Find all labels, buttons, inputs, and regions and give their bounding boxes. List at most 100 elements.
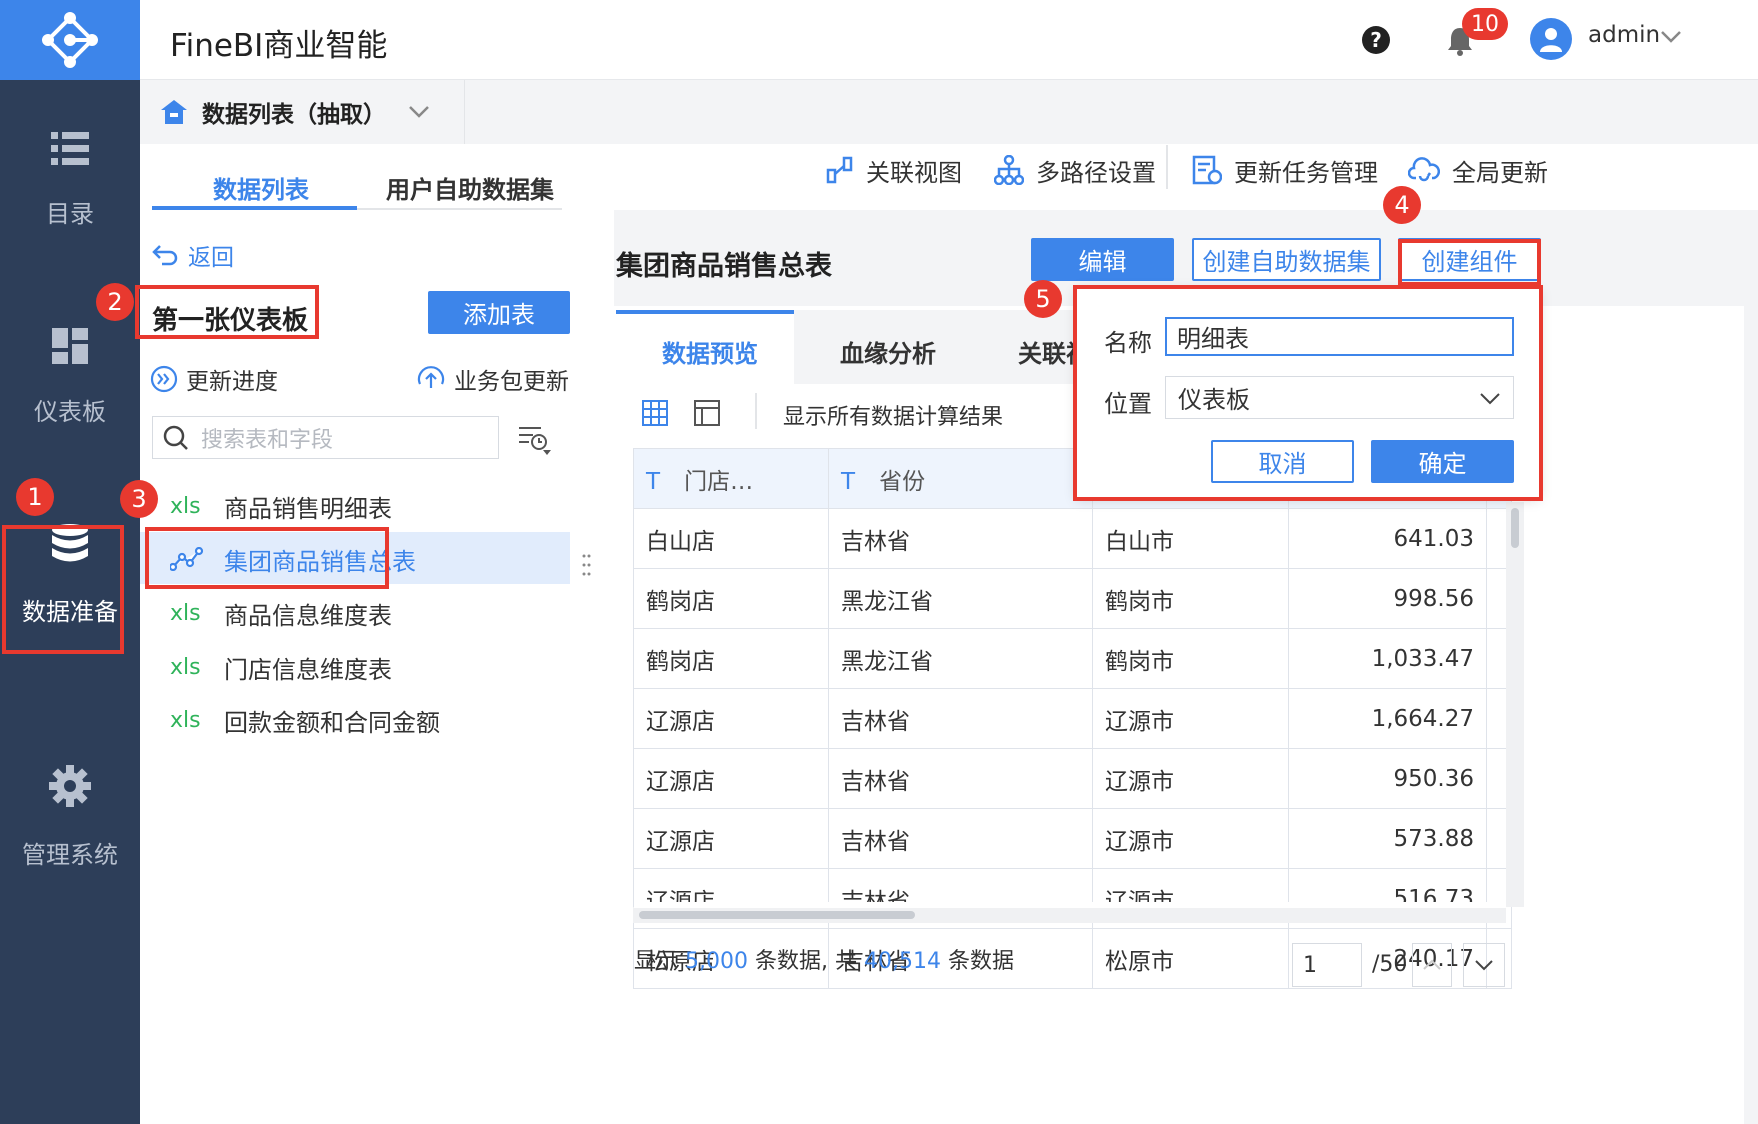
top-bar: FineBI商业智能 ? 10 admin — [140, 0, 1758, 80]
table-cell[interactable]: 吉林省 — [828, 508, 1093, 569]
toolbar-divider — [1166, 145, 1168, 189]
table-cell[interactable]: 吉林省 — [828, 688, 1093, 749]
edit-button[interactable]: 编辑 — [1031, 238, 1174, 281]
tab-lineage[interactable]: 血缘分析 — [840, 334, 936, 369]
table-cell[interactable]: 黑龙江省 — [828, 628, 1093, 689]
page-up-button[interactable] — [1412, 943, 1452, 987]
sidebar-item-dashboard[interactable]: 仪表板 — [0, 302, 140, 452]
breadcrumb-bar: 数据列表（抽取） — [140, 80, 1758, 144]
table-cell[interactable]: 辽源店 — [633, 748, 829, 809]
filter-settings-icon[interactable] — [517, 424, 555, 456]
task-icon — [1192, 155, 1222, 185]
back-label: 返回 — [188, 245, 234, 271]
table-cell[interactable]: 鹤岗市 — [1092, 628, 1289, 689]
tab-divider — [357, 208, 562, 210]
table-row[interactable]: 白山店 吉林省 白山市 641.03 — [633, 508, 1512, 569]
breadcrumb[interactable]: 数据列表（抽取） — [160, 80, 465, 144]
step-badge: 2 — [96, 283, 134, 321]
highlight-box-5 — [1073, 285, 1543, 501]
column-header[interactable]: T 省份 — [828, 448, 1093, 509]
create-dataset-button[interactable]: 创建自助数据集 — [1192, 238, 1381, 281]
table-cell[interactable]: 1,033.47 — [1288, 628, 1487, 689]
avatar[interactable] — [1530, 18, 1572, 60]
table-cell[interactable]: 950.36 — [1288, 748, 1487, 809]
logo[interactable] — [0, 0, 140, 80]
sidebar-item-catalog[interactable]: 目录 — [0, 105, 140, 255]
page-down-button[interactable] — [1463, 943, 1505, 987]
sidebar-item-admin[interactable]: 管理系统 — [0, 742, 140, 892]
table-cell[interactable]: 吉林省 — [828, 808, 1093, 869]
table-cell[interactable]: 辽源店 — [633, 808, 829, 869]
notification-badge: 10 — [1462, 8, 1508, 40]
list-item[interactable]: xls 回款金额和合同金额 — [170, 691, 640, 749]
table-cell[interactable]: 辽源市 — [1092, 808, 1289, 869]
table-cell[interactable]: 641.03 — [1288, 508, 1487, 569]
table-cell[interactable]: 998.56 — [1288, 568, 1487, 629]
finebi-logo-icon — [42, 12, 98, 68]
horizontal-scrollbar[interactable] — [633, 907, 1506, 923]
table-row[interactable]: 辽源店 吉林省 辽源市 1,664.27 — [633, 688, 1512, 749]
table-cell[interactable]: 鹤岗店 — [633, 568, 829, 629]
table-name: 回款金额和合同金额 — [224, 708, 440, 737]
global-update-button[interactable]: 全局更新 — [1408, 152, 1548, 188]
table-row[interactable]: 鹤岗店 黑龙江省 鹤岗市 1,033.47 — [633, 628, 1512, 689]
chevron-down-icon — [1475, 960, 1493, 971]
table-cell[interactable]: 辽源店 — [633, 688, 829, 749]
text-type-icon: T — [646, 468, 661, 495]
table-cell[interactable]: 白山市 — [1092, 508, 1289, 569]
vertical-scrollbar[interactable] — [1506, 502, 1524, 907]
list-item[interactable]: xls 门店信息维度表 — [170, 638, 640, 696]
search-input[interactable]: 搜索表和字段 — [152, 416, 499, 459]
chevron-down-icon[interactable] — [1660, 30, 1682, 44]
multipath-label: 多路径设置 — [1036, 158, 1156, 187]
table-row[interactable]: 鹤岗店 黑龙江省 鹤岗市 998.56 — [633, 568, 1512, 629]
resize-handle-icon[interactable] — [582, 553, 592, 577]
package-update-button[interactable]: 业务包更新 — [416, 362, 569, 396]
grid-view-icon[interactable] — [642, 400, 668, 426]
tab-preview[interactable]: 数据预览 — [662, 334, 758, 369]
table-title: 集团商品销售总表 — [616, 251, 832, 282]
table-cell[interactable]: 鹤岗店 — [633, 628, 829, 689]
username[interactable]: admin — [1588, 22, 1660, 48]
table-row[interactable]: 辽源店 吉林省 辽源市 950.36 — [633, 748, 1512, 809]
table-cell[interactable]: 1,664.27 — [1288, 688, 1487, 749]
multipath-button[interactable]: 多路径设置 — [994, 152, 1156, 188]
update-task-button[interactable]: 更新任务管理 — [1192, 152, 1378, 188]
table-cell[interactable]: 辽源市 — [1092, 748, 1289, 809]
back-button[interactable]: 返回 — [152, 238, 234, 272]
list-item[interactable]: xls 商品信息维度表 — [170, 584, 640, 642]
table-name: 商品销售明细表 — [224, 494, 392, 523]
table-cell[interactable]: 吉林省 — [828, 748, 1093, 809]
chevron-down-icon[interactable] — [408, 105, 430, 119]
tab-user-dataset[interactable]: 用户自助数据集 — [386, 170, 554, 205]
step-badge: 4 — [1383, 186, 1421, 224]
add-table-button[interactable]: 添加表 — [428, 291, 570, 334]
help-icon[interactable]: ? — [1362, 26, 1390, 54]
table-cell[interactable]: 鹤岗市 — [1092, 568, 1289, 629]
calc-all-data-text[interactable]: 显示所有数据计算结果 — [783, 399, 1003, 431]
highlight-box-1 — [2, 525, 124, 654]
dashboard-icon — [52, 327, 88, 364]
table-row[interactable]: 辽源店 吉林省 辽源市 573.88 — [633, 808, 1512, 869]
scroll-thumb[interactable] — [639, 911, 915, 919]
chevron-up-icon — [1423, 959, 1441, 970]
page-input[interactable]: 1 — [1292, 943, 1362, 987]
table-cell[interactable]: 573.88 — [1288, 808, 1487, 869]
table-cell[interactable]: 松原市 — [1092, 928, 1289, 989]
relation-view-icon — [826, 156, 853, 184]
update-progress-button[interactable]: 更新进度 — [150, 362, 278, 396]
xls-icon: xls — [170, 654, 201, 680]
layout-view-icon[interactable] — [694, 400, 720, 426]
highlight-box-3 — [145, 527, 389, 589]
xls-icon: xls — [170, 493, 201, 519]
shown-count: 5,000 — [685, 949, 748, 974]
column-header[interactable]: T 门店… — [633, 448, 829, 509]
text-type-icon: T — [841, 468, 856, 495]
relation-view-button[interactable]: 关联视图 — [826, 152, 962, 188]
table-cell[interactable]: 黑龙江省 — [828, 568, 1093, 629]
tab-data-list[interactable]: 数据列表 — [213, 170, 309, 205]
table-cell[interactable]: 白山店 — [633, 508, 829, 569]
scroll-thumb[interactable] — [1511, 508, 1519, 548]
cloud-refresh-icon — [1408, 157, 1440, 182]
table-cell[interactable]: 辽源市 — [1092, 688, 1289, 749]
